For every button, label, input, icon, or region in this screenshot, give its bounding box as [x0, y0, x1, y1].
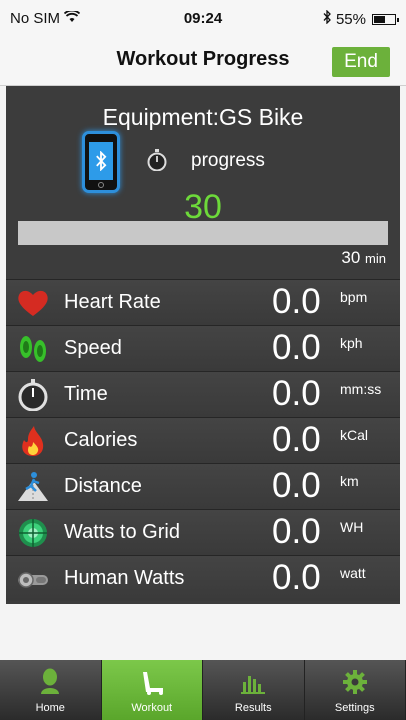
tab-label: Home — [35, 702, 65, 714]
progress-label: progress — [191, 150, 265, 171]
metric-unit: watt — [340, 565, 366, 581]
metric-value: 0.0 — [272, 420, 321, 459]
bar-chart-icon — [203, 668, 304, 696]
tab-label: Results — [234, 702, 272, 714]
stopwatch-icon — [147, 149, 167, 171]
nav-bar: Workout Progress End — [0, 36, 406, 86]
person-icon — [0, 668, 101, 696]
runner-icon — [18, 472, 48, 501]
metric-label: Distance — [64, 475, 142, 497]
metric-unit: bpm — [340, 289, 368, 305]
metrics-list: Heart Rate 0.0 bpm Speed 0.0 kph Time 0.… — [6, 279, 400, 601]
metric-row-distance: Distance 0.0 km — [6, 463, 400, 509]
status-bar: No SIM 09:24 55% — [0, 0, 406, 36]
metric-label: Watts to Grid — [64, 521, 180, 543]
progress-bar-end: 30 min — [341, 248, 386, 268]
battery-icon — [372, 13, 399, 25]
metric-value: 0.0 — [272, 282, 321, 321]
end-button[interactable]: End — [332, 47, 390, 77]
tab-bar: Home Workout Results Settings — [0, 660, 406, 720]
metric-row-human-watts: Human Watts 0.0 watt — [6, 555, 400, 601]
metric-label: Heart Rate — [64, 291, 161, 313]
heart-icon — [18, 290, 48, 316]
tab-home[interactable]: Home — [0, 660, 102, 720]
metric-unit: km — [340, 473, 359, 489]
metric-value: 0.0 — [272, 512, 321, 551]
metric-row-watts-to-grid: Watts to Grid 0.0 WH — [6, 509, 400, 555]
metric-value: 0.0 — [272, 466, 321, 505]
tab-results[interactable]: Results — [203, 660, 305, 720]
status-right: 55% — [322, 9, 399, 28]
metric-row-calories: Calories 0.0 kCal — [6, 417, 400, 463]
metric-row-time: Time 0.0 mm:ss — [6, 371, 400, 417]
metric-unit: mm:ss — [340, 381, 382, 397]
battery-fill — [374, 15, 385, 23]
metric-unit: WH — [340, 519, 364, 535]
metric-label: Human Watts — [64, 567, 185, 589]
tab-workout[interactable]: Workout — [101, 660, 203, 720]
phone-screen — [89, 142, 113, 180]
metric-row-heart-rate: Heart Rate 0.0 bpm — [6, 279, 400, 325]
metric-label: Calories — [64, 429, 138, 451]
stopwatch-icon — [18, 379, 48, 411]
treadmill-icon — [102, 668, 203, 696]
tab-label: Workout — [131, 702, 173, 714]
progress-bar — [18, 221, 388, 245]
flame-icon — [22, 426, 44, 456]
footprints-icon — [20, 336, 46, 362]
gear-icon — [305, 668, 406, 696]
bluetooth-phone-icon[interactable] — [82, 131, 120, 193]
metric-value: 0.0 — [272, 374, 321, 413]
metric-label: Time — [64, 383, 108, 405]
metric-label: Speed — [64, 337, 122, 359]
bluetooth-status-icon — [322, 9, 332, 28]
battery-percent: 55% — [335, 10, 366, 28]
metric-value: 0.0 — [272, 558, 321, 597]
equipment-label: Equipment:GS Bike — [102, 104, 304, 130]
metric-unit: kph — [340, 335, 363, 351]
progress-bar-end-value: 30 — [341, 248, 361, 267]
metric-unit: kCal — [340, 427, 369, 443]
grid-turbine-icon — [19, 519, 47, 547]
workout-panel: Equipment:GS Bike progress 30 30 min Hea… — [6, 86, 400, 604]
tab-label: Settings — [334, 702, 375, 714]
metric-row-speed: Speed 0.0 kph — [6, 325, 400, 371]
generator-icon — [18, 572, 48, 588]
tab-settings[interactable]: Settings — [305, 660, 406, 720]
metric-value: 0.0 — [272, 328, 321, 367]
progress-bar-end-unit: min — [365, 251, 386, 266]
